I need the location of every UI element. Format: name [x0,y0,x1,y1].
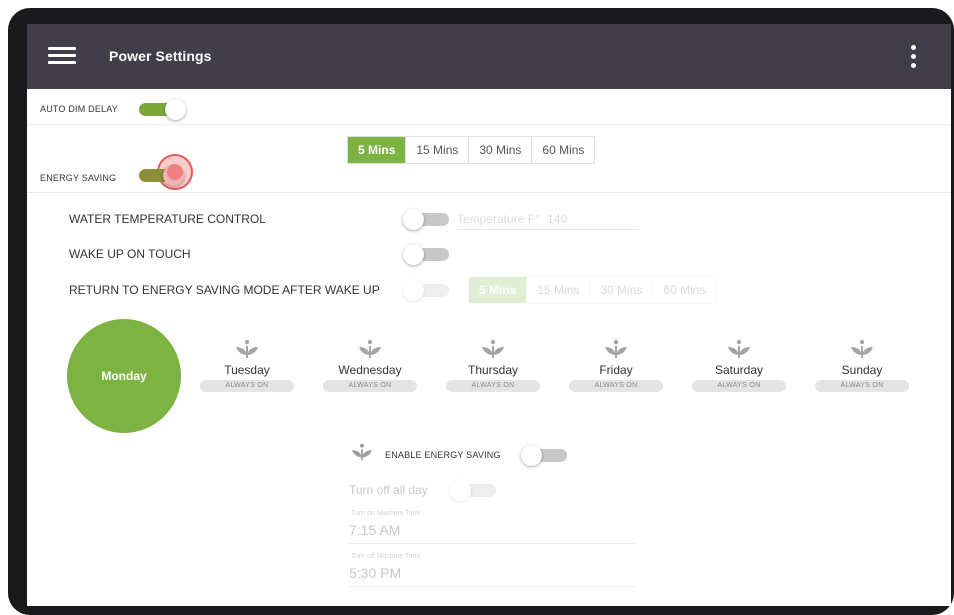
return-delay-option-60[interactable]: 60 Mins [653,277,715,303]
day-name: Thursday [467,363,519,377]
enable-energy-saving-toggle[interactable] [521,445,571,466]
turn-off-time-value[interactable]: 5:30 PM [349,565,401,581]
return-delay-options: 5 Mins 15 Mins 30 Mins 60 Mins [468,276,717,304]
app-bar: Power Settings [27,24,951,89]
auto-dim-delay-label: AUTO DIM DELAY [40,104,118,114]
temperature-value: 140 [547,212,568,226]
turn-on-time-label: Turn on Machine Time [351,510,421,517]
dim-delay-option-15[interactable]: 15 Mins [406,137,470,163]
day-monday-selected[interactable]: Monday [67,319,181,433]
plant-sprout-icon [352,443,372,461]
return-energy-saving-toggle[interactable] [403,280,453,301]
day-wednesday[interactable]: Wednesday ALWAYS ON [322,338,418,408]
divider [349,543,635,544]
turn-off-all-day-label: Turn off all day [349,483,428,497]
plant-sprout-icon [236,339,258,358]
return-delay-option-15[interactable]: 15 Mins [527,277,591,303]
temperature-label: Temperature F° [457,212,540,226]
day-friday[interactable]: Friday ALWAYS ON [568,338,664,408]
plant-sprout-icon [851,339,873,358]
turn-off-all-day-toggle[interactable] [450,480,500,501]
divider [349,586,635,587]
day-saturday[interactable]: Saturday ALWAYS ON [691,338,787,408]
enable-energy-saving-label: ENABLE ENERGY SAVING [385,450,501,460]
dim-delay-options: 5 Mins 15 Mins 30 Mins 60 Mins [347,136,596,164]
status-badge: ALWAYS ON [692,380,786,392]
day-thursday[interactable]: Thursday ALWAYS ON [445,338,541,408]
tablet-frame: Power Settings AUTO DIM DELAY 5 Mins 15 … [8,8,954,615]
plant-sprout-icon [728,339,750,358]
divider [27,124,951,125]
page-title: Power Settings [109,48,212,64]
energy-saving-label: ENERGY SAVING [40,173,117,183]
plant-sprout-icon [482,339,504,358]
day-name: Friday [599,363,633,377]
day-name: Tuesday [224,363,270,377]
temperature-field[interactable]: Temperature F° 140 [457,212,639,230]
day-tuesday[interactable]: Tuesday ALWAYS ON [199,338,295,408]
water-temperature-toggle[interactable] [403,209,453,230]
day-name: Wednesday [338,363,402,377]
dim-delay-option-30[interactable]: 30 Mins [469,137,533,163]
turn-on-time-value[interactable]: 7:15 AM [349,522,400,538]
status-badge: ALWAYS ON [569,380,663,392]
status-badge: ALWAYS ON [446,380,540,392]
return-energy-saving-label: RETURN TO ENERGY SAVING MODE AFTER WAKE … [69,283,380,297]
status-badge: ALWAYS ON [815,380,909,392]
day-sunday[interactable]: Sunday ALWAYS ON [814,338,910,408]
return-delay-option-30[interactable]: 30 Mins [590,277,654,303]
turn-off-time-label: Turn off Machine Time [351,553,421,560]
dim-delay-option-5[interactable]: 5 Mins [348,137,407,163]
auto-dim-delay-toggle[interactable] [139,99,187,120]
divider [27,192,951,193]
return-delay-option-5[interactable]: 5 Mins [469,277,528,303]
status-badge: ALWAYS ON [200,380,294,392]
wake-on-touch-label: WAKE UP ON TOUCH [69,247,191,261]
more-vert-icon[interactable] [903,42,923,72]
hamburger-menu-icon[interactable] [48,47,76,65]
plant-sprout-icon [359,339,381,358]
wake-on-touch-toggle[interactable] [403,244,453,265]
plant-sprout-icon [605,339,627,358]
day-name: Saturday [714,363,764,377]
status-badge: ALWAYS ON [323,380,417,392]
dim-delay-option-60[interactable]: 60 Mins [532,137,594,163]
screen: Power Settings AUTO DIM DELAY 5 Mins 15 … [27,24,951,606]
day-name: Sunday [841,363,883,377]
touch-ripple-center [167,164,183,180]
water-temperature-label: WATER TEMPERATURE CONTROL [69,212,266,226]
